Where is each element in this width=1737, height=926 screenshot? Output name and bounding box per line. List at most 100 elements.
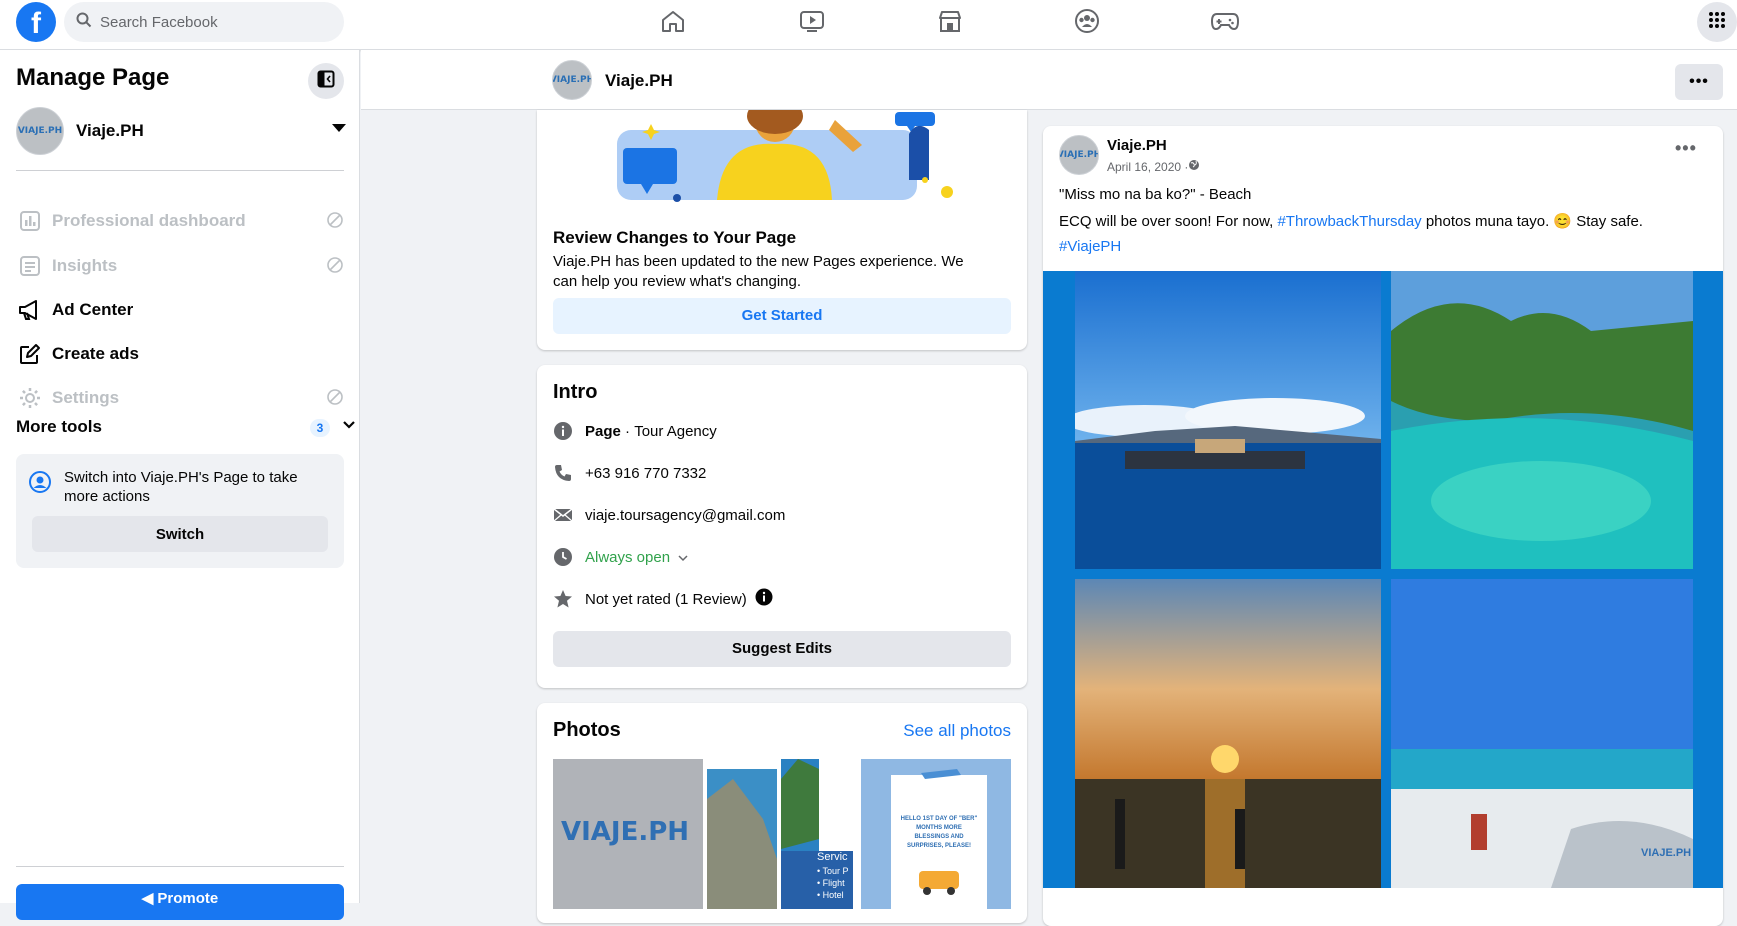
chevron-down-icon — [678, 549, 688, 566]
globe-icon — [1188, 159, 1200, 174]
groups-icon — [1074, 8, 1100, 39]
intro-hours[interactable]: Always open — [553, 545, 1013, 569]
intro-card: Intro Page · Tour Agency +63 916 770 733… — [537, 365, 1027, 688]
sidebar-item-professional-dashboard[interactable]: Professional dashboard — [16, 201, 344, 241]
post-author-avatar[interactable]: VIAJE.PH — [1059, 135, 1099, 175]
see-all-photos-link[interactable]: See all photos — [903, 721, 1011, 741]
review-illustration — [617, 110, 953, 202]
intro-email[interactable]: viaje.toursagency@gmail.com — [553, 503, 1013, 527]
intro-category: Page · Tour Agency — [553, 419, 1013, 443]
menu-button[interactable] — [1697, 2, 1737, 42]
more-tools-toggle[interactable]: More tools 3 — [16, 412, 355, 442]
page-name: Viaje.PH — [76, 121, 144, 140]
photo-list-item: • Flight — [817, 878, 845, 888]
watch-icon — [799, 9, 825, 38]
post-text-line2: ECQ will be over soon! For now, #Throwba… — [1059, 212, 1643, 230]
photo-thumbnail[interactable]: HELLO 1ST DAY OF "BER" MONTHS MORE BLESS… — [861, 759, 1011, 909]
lagoon-image — [1391, 271, 1693, 569]
divider — [16, 170, 344, 171]
sidebar-item-ad-center[interactable]: Ad Center — [16, 290, 344, 330]
search-bar[interactable] — [64, 2, 344, 42]
post-photo-gallery: VIAJE.PH — [1043, 271, 1723, 888]
email-address: viaje.toursagency@gmail.com — [585, 506, 786, 524]
nav-groups[interactable] — [1027, 0, 1147, 46]
collapse-sidebar-button[interactable] — [308, 63, 344, 99]
photos-card: Photos See all photos VIAJE.PH Servic • … — [537, 703, 1027, 923]
post-author[interactable]: Viaje.PH — [1107, 137, 1167, 154]
switch-profile-icon — [28, 470, 52, 499]
nav-gaming[interactable] — [1165, 0, 1285, 46]
sidebar-item-insights[interactable]: Insights — [16, 246, 344, 286]
post-options-button[interactable]: ••• — [1675, 138, 1697, 159]
sidebar-toggle-icon — [317, 70, 335, 93]
promote-label: Promote — [157, 890, 219, 907]
gallery-photo-white-beach[interactable]: VIAJE.PH — [1391, 579, 1693, 888]
page-options-button[interactable]: ••• — [1675, 64, 1723, 100]
sidebar-item-label: Insights — [52, 256, 118, 275]
gaming-icon — [1210, 10, 1240, 37]
restricted-icon — [326, 211, 344, 234]
insights-icon — [16, 252, 44, 280]
photo-thumbnail[interactable]: VIAJE.PH — [553, 759, 703, 909]
switch-description: Switch into Viaje.PH's Page to take more… — [64, 469, 298, 505]
facebook-logo[interactable]: f — [16, 2, 56, 42]
photos-title: Photos — [553, 719, 621, 741]
gallery-photo-sunset[interactable] — [1075, 579, 1381, 888]
sidebar-item-create-ads[interactable]: Create ads — [16, 334, 344, 374]
restricted-icon — [326, 256, 344, 279]
intro-phone[interactable]: +63 916 770 7332 — [553, 461, 1013, 485]
page-avatar: VIAJE.PH — [16, 107, 64, 155]
post-text-segment: ECQ will be over soon! For now, — [1059, 213, 1278, 230]
post-timestamp[interactable]: April 16, 2020 · — [1107, 159, 1200, 174]
poster-text: HELLO 1ST DAY OF "BER" MONTHS MORE BLESS… — [900, 816, 978, 849]
viaje-logo: VIAJE.PH — [561, 817, 690, 847]
photo-list-item: • Tour P — [817, 866, 849, 876]
post-text-line1: "Miss mo na ba ko?" - Beach — [1059, 186, 1252, 203]
get-started-button[interactable]: Get Started — [553, 298, 1011, 334]
nav-marketplace[interactable] — [890, 0, 1010, 46]
info-icon[interactable] — [755, 588, 773, 610]
dashboard-icon — [16, 207, 44, 235]
suggest-edits-button[interactable]: Suggest Edits — [553, 631, 1011, 667]
hours-status: Always open — [585, 548, 671, 566]
gallery-photo-boat[interactable] — [1075, 271, 1381, 569]
hashtag-link[interactable]: #ViajePH — [1059, 238, 1121, 255]
gear-icon — [16, 384, 44, 412]
nav-home[interactable] — [613, 0, 733, 46]
edit-icon — [16, 340, 44, 368]
divider — [16, 866, 344, 867]
white-beach-image — [1391, 579, 1693, 888]
gallery-photo-lagoon[interactable] — [1391, 271, 1693, 569]
sidebar-item-label: Ad Center — [52, 300, 134, 319]
rating-text: Not yet rated (1 Review) — [585, 590, 747, 608]
megaphone-icon: ◀ — [141, 890, 158, 907]
star-icon — [553, 589, 573, 609]
promote-button[interactable]: ◀ Promote — [16, 884, 344, 920]
page-switcher[interactable]: VIAJE.PH Viaje.PH — [16, 106, 346, 156]
search-icon — [76, 12, 92, 33]
top-navigation-bar: f — [0, 0, 1737, 50]
header-page-name[interactable]: Viaje.PH — [605, 71, 673, 91]
header-page-avatar[interactable]: VIAJE.PH — [552, 60, 592, 100]
marketplace-icon — [937, 9, 963, 38]
phone-icon — [553, 463, 573, 483]
switch-profile-card: Switch into Viaje.PH's Page to take more… — [16, 454, 344, 568]
photo-thumbnail[interactable]: Servic • Tour P • Flight • Hotel — [703, 759, 853, 909]
hashtag-link[interactable]: #ThrowbackThursday — [1277, 213, 1421, 230]
post-card: VIAJE.PH Viaje.PH April 16, 2020 · ••• "… — [1043, 126, 1723, 926]
review-title: Review Changes to Your Page — [553, 228, 797, 247]
search-input[interactable] — [100, 13, 320, 31]
switch-button[interactable]: Switch — [32, 516, 328, 552]
caret-down-icon[interactable] — [332, 124, 346, 132]
category-label: Page — [585, 422, 621, 440]
sidebar-item-label: Create ads — [52, 344, 139, 363]
page-header: VIAJE.PH Viaje.PH ••• — [361, 50, 1737, 110]
manage-page-sidebar: Manage Page VIAJE.PH Viaje.PH Profession… — [0, 50, 360, 920]
post-text-segment: photos muna tayo. 😊 Stay safe. — [1421, 213, 1643, 230]
megaphone-icon — [16, 296, 44, 324]
phone-number: +63 916 770 7332 — [585, 464, 707, 482]
photo-overlay-list: • Tour P • Flight • Hotel — [817, 865, 849, 901]
sidebar-title: Manage Page — [16, 64, 170, 91]
nav-watch[interactable] — [752, 0, 872, 46]
intro-title: Intro — [553, 381, 598, 403]
